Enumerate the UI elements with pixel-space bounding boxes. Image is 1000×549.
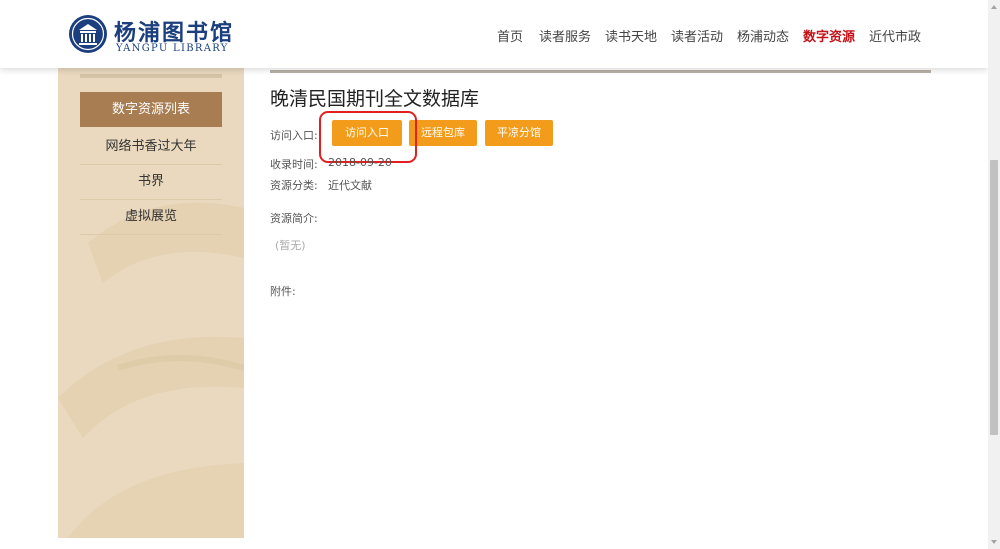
date-label: 收录时间: [270, 158, 318, 171]
nav-item-yangpu-news[interactable]: 杨浦动态 [737, 26, 789, 45]
date-value: 2018-09-20 [328, 156, 392, 169]
intro-label: 资源简介: [270, 212, 318, 225]
pingliang-branch-button[interactable]: 平凉分馆 [485, 120, 553, 146]
content-top-rule [270, 70, 931, 73]
sidebar-item-digital-resource-list[interactable]: 数字资源列表 [80, 92, 222, 127]
library-emblem-icon [69, 15, 107, 53]
nav-item-home[interactable]: 首页 [497, 26, 523, 45]
nav-item-reading-world[interactable]: 读书天地 [605, 26, 657, 45]
sidebar: 数字资源列表 网络书香过大年 书界 虚拟展览 [58, 68, 244, 538]
sidebar-item-book-world[interactable]: 书界 [80, 164, 222, 200]
category-label: 资源分类: [270, 179, 318, 192]
nav-item-reader-activities[interactable]: 读者活动 [671, 26, 723, 45]
site-header: 杨浦图书馆 YANGPU LIBRARY 首页 读者服务 读书天地 读者活动 杨… [0, 0, 988, 68]
nav-item-modern-municipal[interactable]: 近代市政 [869, 26, 921, 45]
scrollbar-thumb[interactable] [990, 160, 998, 435]
access-label: 访问入口: [270, 129, 318, 142]
access-entry-button[interactable]: 访问入口 [332, 120, 402, 146]
category-value: 近代文献 [328, 179, 372, 192]
nav-item-reader-services[interactable]: 读者服务 [539, 26, 591, 45]
sidebar-item-new-year-reading[interactable]: 网络书香过大年 [80, 129, 222, 165]
remote-package-button[interactable]: 远程包库 [409, 120, 477, 146]
intro-value: (暂无) [275, 239, 306, 252]
scroll-down-arrow-icon[interactable] [988, 535, 1000, 549]
nav-item-digital-resources[interactable]: 数字资源 [803, 26, 855, 45]
scroll-up-arrow-icon[interactable] [988, 0, 1000, 14]
sidebar-top-rule [80, 74, 222, 78]
page-scrollbar[interactable] [988, 0, 1000, 549]
sidebar-item-virtual-exhibition[interactable]: 虚拟展览 [80, 199, 222, 235]
page-title: 晚清民国期刊全文数据库 [270, 88, 480, 110]
logo-english-name: YANGPU LIBRARY [116, 43, 229, 54]
attachment-label: 附件: [270, 285, 296, 298]
